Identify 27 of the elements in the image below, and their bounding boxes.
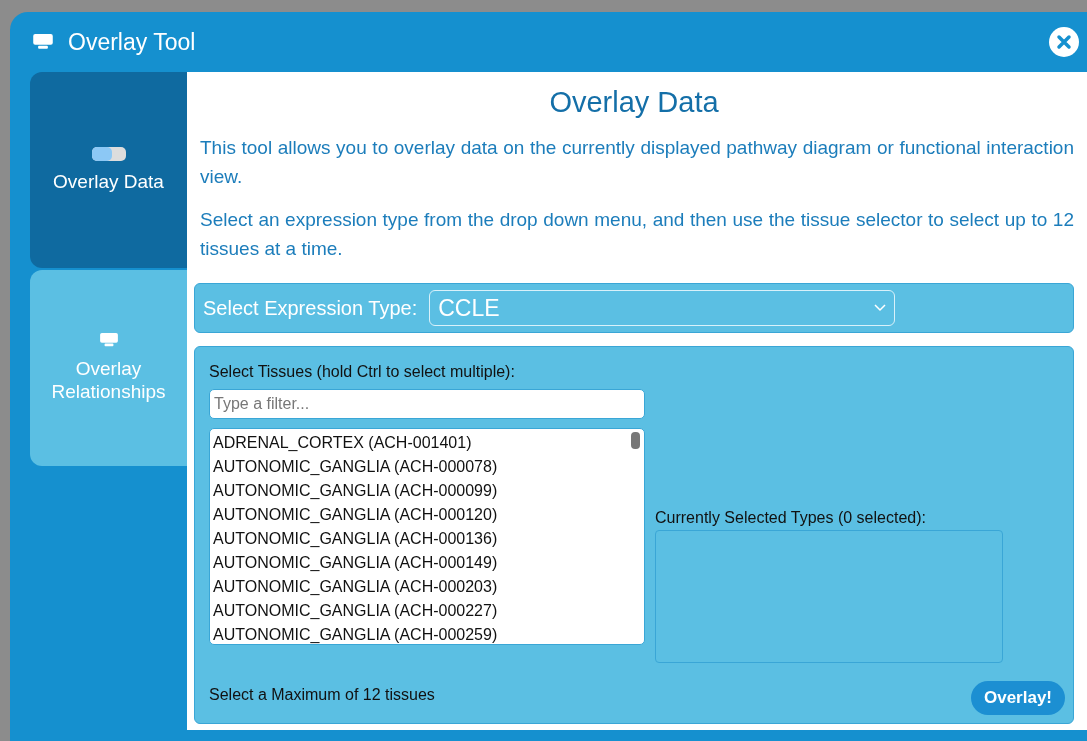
tissue-option[interactable]: AUTONOMIC_GANGLIA (ACH-000203): [213, 575, 498, 599]
tissue-option[interactable]: ADRENAL_CORTEX (ACH-001401): [213, 431, 472, 455]
maximum-note: Select a Maximum of 12 tissues: [209, 686, 435, 704]
sidebar-tab[interactable]: Overlay Data: [30, 72, 187, 268]
chevron-down-icon: [874, 304, 887, 312]
overlay-button[interactable]: Overlay!: [970, 681, 1065, 715]
section-heading: Overlay Data: [548, 86, 720, 119]
tissue-option[interactable]: AUTONOMIC_GANGLIA (ACH-000120): [213, 503, 498, 527]
close-button[interactable]: [1049, 27, 1079, 57]
filter-field[interactable]: Type a filter...: [209, 389, 645, 419]
description-text: Select an expression type from the drop down menu, and then use the tissue selector to select up to 12 tissues at a time.: [200, 208, 1074, 261]
tissue-option[interactable]: AUTONOMIC_GANGLIA (ACH-000259): [213, 623, 498, 644]
expression-label: Select Expression Type:: [203, 296, 418, 320]
tissue-option[interactable]: AUTONOMIC_GANGLIA (ACH-000149): [213, 551, 498, 575]
tissue-option[interactable]: AUTONOMIC_GANGLIA (ACH-000136): [213, 527, 498, 551]
monitor-icon: [32, 33, 54, 51]
tissue-option[interactable]: AUTONOMIC_GANGLIA (ACH-000078): [213, 455, 498, 479]
tissue-option[interactable]: AUTONOMIC_GANGLIA (ACH-000099): [213, 479, 498, 503]
scrollbar-thumb[interactable]: [631, 432, 640, 449]
selected-types-label: Currently Selected Types (0 selected):: [655, 509, 927, 527]
tissues-label: Select Tissues (hold Ctrl to select multiple):: [209, 363, 516, 381]
tissue-option[interactable]: AUTONOMIC_GANGLIA (ACH-000227): [213, 599, 498, 623]
description-text: This tool allows you to overlay data on the currently displayed pathway diagram or functional interaction view.: [200, 136, 1074, 189]
toggle-icon: [91, 146, 126, 161]
window-title: Overlay Tool: [68, 28, 196, 56]
close-icon: [1056, 34, 1072, 50]
monitor-icon: [98, 332, 119, 349]
